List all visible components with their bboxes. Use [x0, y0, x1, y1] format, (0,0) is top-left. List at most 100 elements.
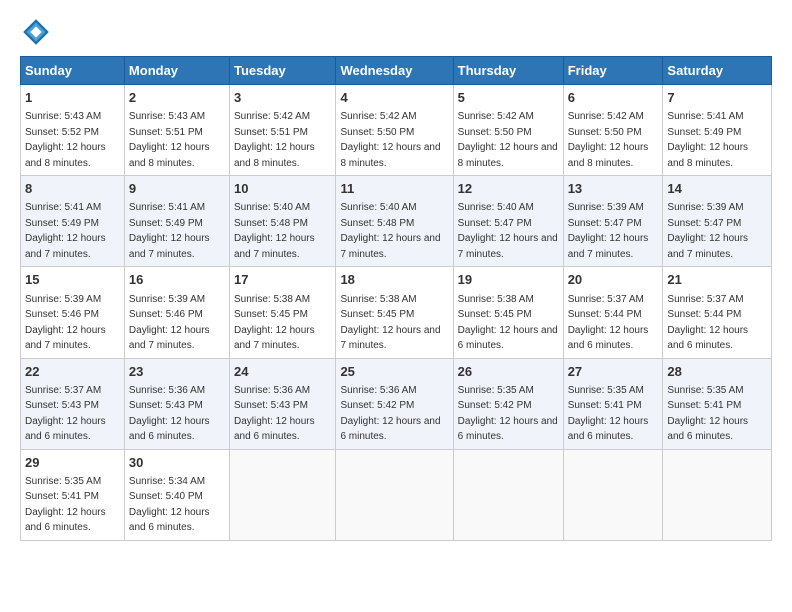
day-info: Sunrise: 5:36 AMSunset: 5:42 PMDaylight:…: [340, 385, 440, 443]
calendar-day-cell: 6 Sunrise: 5:42 AMSunset: 5:50 PMDayligh…: [563, 85, 663, 176]
calendar-day-cell: 19 Sunrise: 5:38 AMSunset: 5:45 PMDaylig…: [453, 267, 563, 358]
day-of-week-header: Friday: [563, 57, 663, 85]
day-number: 9: [129, 180, 225, 198]
calendar-week-row: 15 Sunrise: 5:39 AMSunset: 5:46 PMDaylig…: [21, 267, 772, 358]
calendar-day-cell: [336, 449, 453, 540]
day-number: 15: [25, 271, 120, 289]
calendar-day-cell: 7 Sunrise: 5:41 AMSunset: 5:49 PMDayligh…: [663, 85, 772, 176]
day-number: 8: [25, 180, 120, 198]
day-number: 2: [129, 89, 225, 107]
day-number: 7: [667, 89, 767, 107]
day-number: 3: [234, 89, 331, 107]
day-number: 1: [25, 89, 120, 107]
calendar-day-cell: 5 Sunrise: 5:42 AMSunset: 5:50 PMDayligh…: [453, 85, 563, 176]
day-number: 18: [340, 271, 448, 289]
day-info: Sunrise: 5:42 AMSunset: 5:50 PMDaylight:…: [340, 111, 440, 169]
calendar-day-cell: 13 Sunrise: 5:39 AMSunset: 5:47 PMDaylig…: [563, 176, 663, 267]
day-number: 13: [568, 180, 659, 198]
logo: [20, 16, 56, 48]
day-info: Sunrise: 5:42 AMSunset: 5:51 PMDaylight:…: [234, 111, 315, 169]
calendar-day-cell: 26 Sunrise: 5:35 AMSunset: 5:42 PMDaylig…: [453, 358, 563, 449]
calendar-day-cell: 20 Sunrise: 5:37 AMSunset: 5:44 PMDaylig…: [563, 267, 663, 358]
calendar-day-cell: 17 Sunrise: 5:38 AMSunset: 5:45 PMDaylig…: [229, 267, 335, 358]
calendar-day-cell: 14 Sunrise: 5:39 AMSunset: 5:47 PMDaylig…: [663, 176, 772, 267]
calendar-day-cell: 12 Sunrise: 5:40 AMSunset: 5:47 PMDaylig…: [453, 176, 563, 267]
calendar-day-cell: 3 Sunrise: 5:42 AMSunset: 5:51 PMDayligh…: [229, 85, 335, 176]
day-number: 12: [458, 180, 559, 198]
day-info: Sunrise: 5:40 AMSunset: 5:47 PMDaylight:…: [458, 202, 558, 260]
day-of-week-header: Saturday: [663, 57, 772, 85]
day-info: Sunrise: 5:38 AMSunset: 5:45 PMDaylight:…: [340, 294, 440, 352]
calendar-day-cell: [563, 449, 663, 540]
day-info: Sunrise: 5:35 AMSunset: 5:41 PMDaylight:…: [25, 476, 106, 534]
day-number: 28: [667, 363, 767, 381]
calendar-day-cell: 25 Sunrise: 5:36 AMSunset: 5:42 PMDaylig…: [336, 358, 453, 449]
day-number: 6: [568, 89, 659, 107]
calendar-day-cell: 9 Sunrise: 5:41 AMSunset: 5:49 PMDayligh…: [124, 176, 229, 267]
calendar-day-cell: 23 Sunrise: 5:36 AMSunset: 5:43 PMDaylig…: [124, 358, 229, 449]
day-number: 27: [568, 363, 659, 381]
day-info: Sunrise: 5:42 AMSunset: 5:50 PMDaylight:…: [568, 111, 649, 169]
day-number: 14: [667, 180, 767, 198]
day-info: Sunrise: 5:40 AMSunset: 5:48 PMDaylight:…: [340, 202, 440, 260]
calendar-day-cell: 18 Sunrise: 5:38 AMSunset: 5:45 PMDaylig…: [336, 267, 453, 358]
calendar-day-cell: 11 Sunrise: 5:40 AMSunset: 5:48 PMDaylig…: [336, 176, 453, 267]
calendar-day-cell: 4 Sunrise: 5:42 AMSunset: 5:50 PMDayligh…: [336, 85, 453, 176]
day-info: Sunrise: 5:36 AMSunset: 5:43 PMDaylight:…: [234, 385, 315, 443]
calendar-header-row: SundayMondayTuesdayWednesdayThursdayFrid…: [21, 57, 772, 85]
day-of-week-header: Tuesday: [229, 57, 335, 85]
calendar-day-cell: [663, 449, 772, 540]
calendar-day-cell: 29 Sunrise: 5:35 AMSunset: 5:41 PMDaylig…: [21, 449, 125, 540]
calendar-day-cell: 16 Sunrise: 5:39 AMSunset: 5:46 PMDaylig…: [124, 267, 229, 358]
day-info: Sunrise: 5:42 AMSunset: 5:50 PMDaylight:…: [458, 111, 558, 169]
day-info: Sunrise: 5:39 AMSunset: 5:47 PMDaylight:…: [667, 202, 748, 260]
calendar-day-cell: [453, 449, 563, 540]
day-number: 4: [340, 89, 448, 107]
calendar-table: SundayMondayTuesdayWednesdayThursdayFrid…: [20, 56, 772, 541]
calendar-day-cell: 10 Sunrise: 5:40 AMSunset: 5:48 PMDaylig…: [229, 176, 335, 267]
day-info: Sunrise: 5:41 AMSunset: 5:49 PMDaylight:…: [129, 202, 210, 260]
calendar-day-cell: [229, 449, 335, 540]
day-info: Sunrise: 5:37 AMSunset: 5:44 PMDaylight:…: [568, 294, 649, 352]
day-number: 24: [234, 363, 331, 381]
calendar-week-row: 22 Sunrise: 5:37 AMSunset: 5:43 PMDaylig…: [21, 358, 772, 449]
calendar-day-cell: 24 Sunrise: 5:36 AMSunset: 5:43 PMDaylig…: [229, 358, 335, 449]
calendar-week-row: 1 Sunrise: 5:43 AMSunset: 5:52 PMDayligh…: [21, 85, 772, 176]
day-info: Sunrise: 5:34 AMSunset: 5:40 PMDaylight:…: [129, 476, 210, 534]
day-number: 20: [568, 271, 659, 289]
day-info: Sunrise: 5:40 AMSunset: 5:48 PMDaylight:…: [234, 202, 315, 260]
day-info: Sunrise: 5:35 AMSunset: 5:41 PMDaylight:…: [568, 385, 649, 443]
day-number: 22: [25, 363, 120, 381]
day-info: Sunrise: 5:39 AMSunset: 5:47 PMDaylight:…: [568, 202, 649, 260]
day-number: 23: [129, 363, 225, 381]
day-info: Sunrise: 5:43 AMSunset: 5:52 PMDaylight:…: [25, 111, 106, 169]
day-info: Sunrise: 5:35 AMSunset: 5:41 PMDaylight:…: [667, 385, 748, 443]
day-of-week-header: Thursday: [453, 57, 563, 85]
calendar-day-cell: 15 Sunrise: 5:39 AMSunset: 5:46 PMDaylig…: [21, 267, 125, 358]
day-of-week-header: Monday: [124, 57, 229, 85]
logo-icon: [20, 16, 52, 48]
day-info: Sunrise: 5:41 AMSunset: 5:49 PMDaylight:…: [25, 202, 106, 260]
day-number: 5: [458, 89, 559, 107]
calendar-week-row: 29 Sunrise: 5:35 AMSunset: 5:41 PMDaylig…: [21, 449, 772, 540]
day-number: 16: [129, 271, 225, 289]
calendar-day-cell: 28 Sunrise: 5:35 AMSunset: 5:41 PMDaylig…: [663, 358, 772, 449]
day-number: 11: [340, 180, 448, 198]
day-number: 10: [234, 180, 331, 198]
day-number: 29: [25, 454, 120, 472]
calendar-day-cell: 1 Sunrise: 5:43 AMSunset: 5:52 PMDayligh…: [21, 85, 125, 176]
day-number: 25: [340, 363, 448, 381]
page-header: [20, 16, 772, 48]
day-number: 17: [234, 271, 331, 289]
day-number: 26: [458, 363, 559, 381]
day-info: Sunrise: 5:43 AMSunset: 5:51 PMDaylight:…: [129, 111, 210, 169]
calendar-day-cell: 2 Sunrise: 5:43 AMSunset: 5:51 PMDayligh…: [124, 85, 229, 176]
day-info: Sunrise: 5:36 AMSunset: 5:43 PMDaylight:…: [129, 385, 210, 443]
calendar-day-cell: 27 Sunrise: 5:35 AMSunset: 5:41 PMDaylig…: [563, 358, 663, 449]
day-number: 30: [129, 454, 225, 472]
day-number: 19: [458, 271, 559, 289]
day-info: Sunrise: 5:38 AMSunset: 5:45 PMDaylight:…: [234, 294, 315, 352]
day-of-week-header: Sunday: [21, 57, 125, 85]
calendar-day-cell: 8 Sunrise: 5:41 AMSunset: 5:49 PMDayligh…: [21, 176, 125, 267]
day-info: Sunrise: 5:38 AMSunset: 5:45 PMDaylight:…: [458, 294, 558, 352]
